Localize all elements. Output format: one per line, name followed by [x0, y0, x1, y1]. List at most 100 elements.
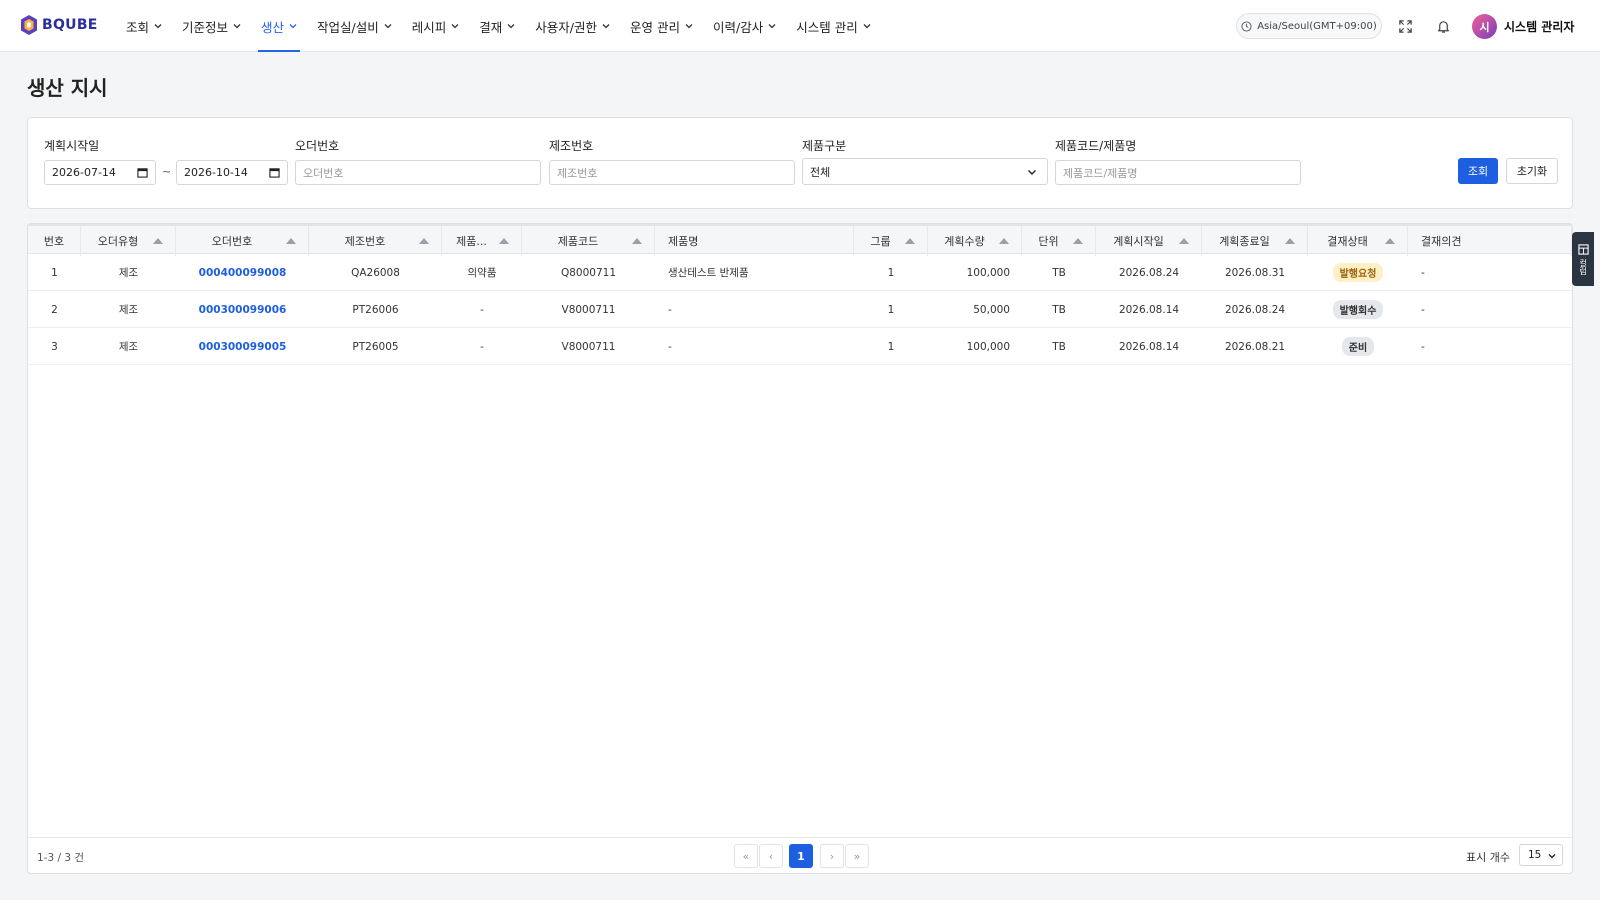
- table-footer: 1-3 / 3 건 « ‹ 1 › » 표시 개수 15: [28, 837, 1572, 873]
- header-col-approval-opinion: 결재의견: [1408, 226, 1572, 256]
- page-size-label: 표시 개수: [1466, 851, 1510, 864]
- mfg-no-input[interactable]: 제조번호: [549, 160, 795, 185]
- sort-arrow-icon[interactable]: [1073, 238, 1083, 244]
- main-menu: 조회 기준정보 생산 작업실/설비 레시피 결재 사용자/권한 운영 관리 이력/감사 시스템 관…: [126, 0, 891, 52]
- product-code-input[interactable]: 제품코드/제품명: [1055, 160, 1301, 185]
- header-col-plan-start[interactable]: 계획시작일: [1096, 226, 1202, 256]
- header-col-plan-qty[interactable]: 계획수량: [928, 226, 1022, 256]
- header-col-order-type[interactable]: 오더유형: [81, 226, 176, 256]
- header-col-no: 번호: [28, 226, 81, 256]
- product-code-label: 제품코드/제품명: [1055, 139, 1137, 153]
- order-no-input[interactable]: 오더번호: [295, 160, 541, 185]
- page-size-value: 15: [1528, 849, 1542, 861]
- product-type-value: 전체: [810, 165, 831, 179]
- sort-arrow-icon[interactable]: [419, 238, 429, 244]
- menu-item-operation-management[interactable]: 운영 관리: [630, 0, 693, 52]
- column-settings-tab[interactable]: 컬럼: [1572, 232, 1594, 286]
- menu-item-inquiry[interactable]: 조회: [126, 0, 162, 52]
- fullscreen-button[interactable]: [1396, 17, 1414, 35]
- table-row[interactable]: 1 제조 000400099008 QA26008 의약품 Q8000711 생산테스트 반…: [28, 254, 1572, 291]
- sort-arrow-icon[interactable]: [1385, 238, 1395, 244]
- first-page-button[interactable]: «: [734, 844, 758, 868]
- cell-mfg-no: PT26006: [352, 303, 399, 316]
- notification-button[interactable]: [1434, 17, 1452, 35]
- chevron-down-icon: [685, 24, 693, 29]
- chevron-down-icon: [863, 24, 871, 29]
- header-col-product-type[interactable]: 제품...: [442, 226, 522, 256]
- header-col-approval-status[interactable]: 결재상태: [1308, 226, 1408, 256]
- product-type-select[interactable]: 전체: [802, 158, 1048, 185]
- menu-item-history-audit[interactable]: 이력/감사: [713, 0, 776, 52]
- cell-order-type: 제조: [118, 341, 139, 353]
- cell-plan-qty: 100,000: [966, 340, 1010, 353]
- sort-arrow-icon[interactable]: [905, 238, 915, 244]
- chevron-down-icon: [451, 24, 459, 29]
- next-page-button[interactable]: ›: [820, 844, 844, 868]
- date-from-input[interactable]: 2026-07-14: [44, 160, 156, 185]
- search-button[interactable]: 조회: [1458, 158, 1498, 184]
- fullscreen-icon: [1398, 19, 1412, 33]
- menu-item-production[interactable]: 생산: [258, 0, 301, 52]
- header-col-unit[interactable]: 단위: [1022, 226, 1096, 256]
- header-col-order-no[interactable]: 오더번호: [176, 226, 309, 256]
- header-label: 제품...: [456, 235, 487, 248]
- plan-start-label: 계획시작일: [44, 139, 100, 153]
- cell-plan-start: 2026.08.14: [1118, 340, 1180, 353]
- header-label: 제조번호: [344, 235, 386, 248]
- header-col-mfg-no[interactable]: 제조번호: [309, 226, 442, 256]
- sort-arrow-icon[interactable]: [1179, 238, 1189, 244]
- table-row[interactable]: 2 제조 000300099006 PT26006 - V8000711 - 1 50,000 T…: [28, 291, 1572, 328]
- page-button-current[interactable]: 1: [789, 844, 813, 868]
- header-label: 계획종료일: [1219, 235, 1270, 248]
- cell-product-type: -: [480, 340, 484, 353]
- mfg-no-label: 제조번호: [549, 139, 594, 153]
- brand-logo[interactable]: BQUBE: [20, 14, 98, 36]
- header-col-product-code[interactable]: 제품코드: [522, 226, 655, 256]
- page-size-select[interactable]: 15: [1519, 844, 1563, 866]
- cell-approval-opinion: -: [1421, 303, 1425, 316]
- cell-unit: TB: [1052, 266, 1066, 279]
- table-row[interactable]: 3 제조 000300099005 PT26005 - V8000711 - 1 100,000…: [28, 328, 1572, 365]
- menu-item-workroom-equipment[interactable]: 작업실/설비: [317, 0, 392, 52]
- user-name[interactable]: 시스템 관리자: [1504, 18, 1574, 35]
- chevron-down-icon: [289, 24, 297, 29]
- menu-item-label: 생산: [261, 19, 285, 35]
- chevron-down-icon: [602, 24, 610, 29]
- cell-order-no[interactable]: 000300099006: [176, 291, 309, 328]
- menu-item-system-management[interactable]: 시스템 관리: [796, 0, 871, 52]
- sort-arrow-icon[interactable]: [499, 238, 509, 244]
- sort-arrow-icon[interactable]: [1285, 238, 1295, 244]
- cell-order-no[interactable]: 000400099008: [176, 254, 309, 291]
- cell-order-type: 제조: [118, 267, 139, 279]
- avatar[interactable]: 시: [1472, 14, 1497, 39]
- sort-arrow-icon[interactable]: [999, 238, 1009, 244]
- menu-item-approval[interactable]: 결재: [479, 0, 515, 52]
- status-badge: 준비: [1341, 337, 1375, 356]
- cell-unit: TB: [1052, 303, 1066, 316]
- cell-order-no[interactable]: 000300099005: [176, 328, 309, 365]
- sort-arrow-icon[interactable]: [286, 238, 296, 244]
- header-col-group[interactable]: 그룹: [854, 226, 928, 256]
- menu-item-user-permission[interactable]: 사용자/권한: [535, 0, 610, 52]
- menu-item-master-data[interactable]: 기준정보: [182, 0, 241, 52]
- sort-arrow-icon[interactable]: [632, 238, 642, 244]
- cell-no: 3: [51, 340, 58, 353]
- top-navigation-bar: BQUBE 조회 기준정보 생산 작업실/설비 레시피 결재 사용자/권한 운영 관리 이력/감…: [0, 0, 1600, 52]
- cell-mfg-no: QA26008: [351, 266, 400, 279]
- prev-page-button[interactable]: ‹: [759, 844, 783, 868]
- reset-button[interactable]: 초기화: [1506, 158, 1558, 184]
- header-col-plan-end[interactable]: 계획종료일: [1202, 226, 1308, 256]
- clock-icon: [1241, 20, 1252, 32]
- search-filter-panel: 계획시작일 2026-07-14 ~ 2026-10-14 오더번호 오더번호 …: [27, 117, 1573, 209]
- menu-item-recipe[interactable]: 레시피: [412, 0, 460, 52]
- date-to-input[interactable]: 2026-10-14: [176, 160, 288, 185]
- cell-plan-end: 2026.08.31: [1224, 266, 1286, 279]
- column-settings-label: 컬럼: [1578, 258, 1588, 275]
- timezone-indicator[interactable]: Asia/Seoul(GMT+09:00): [1236, 13, 1382, 39]
- calendar-icon: [137, 168, 148, 178]
- last-page-button[interactable]: »: [845, 844, 869, 868]
- menu-item-label: 이력/감사: [713, 19, 764, 35]
- chevron-down-icon: [384, 24, 392, 29]
- cell-plan-start: 2026.08.24: [1118, 266, 1180, 279]
- sort-arrow-icon[interactable]: [153, 238, 163, 244]
